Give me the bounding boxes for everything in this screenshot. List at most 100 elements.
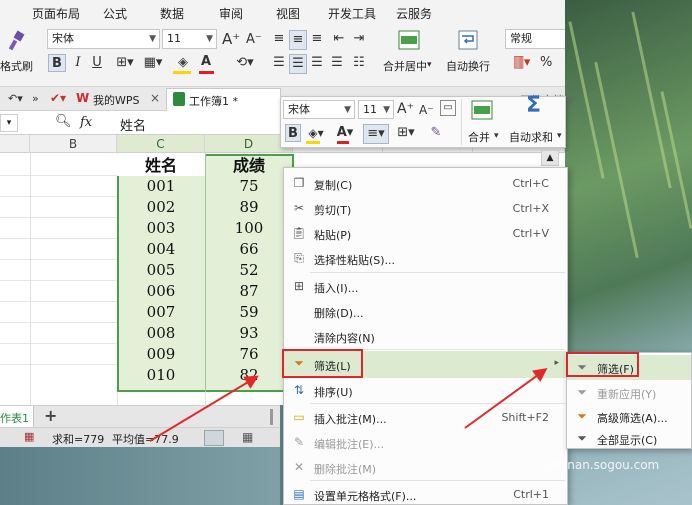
corner-header[interactable]: [0, 135, 30, 153]
font-color-icon[interactable]: A: [198, 53, 214, 71]
table-cell-id[interactable]: 008: [117, 323, 205, 344]
table-cell-id[interactable]: 004: [117, 239, 205, 260]
number-format-select[interactable]: 常规: [505, 29, 565, 49]
table-cell-score[interactable]: 59: [205, 302, 293, 323]
align-middle-icon[interactable]: ≡: [289, 30, 307, 50]
clear-format-icon[interactable]: ⟲▾: [232, 54, 258, 72]
pin-icon[interactable]: ✔▾: [50, 89, 66, 107]
tab-mywps[interactable]: 我的WPS: [93, 92, 140, 108]
percent-button[interactable]: %: [540, 54, 552, 72]
menu-data[interactable]: 数据: [160, 5, 184, 22]
table-cell-id[interactable]: 001: [117, 176, 205, 197]
table-cell-id[interactable]: 010: [117, 365, 205, 386]
table-cell-score[interactable]: 87: [205, 281, 293, 302]
mini-autosum-label[interactable]: 自动求和: [509, 129, 553, 145]
table-header-score[interactable]: 成绩: [205, 155, 293, 176]
formula-input[interactable]: 姓名: [112, 113, 282, 134]
zoom-search-icon[interactable]: 🔍︎: [55, 113, 72, 131]
mini-font-size-select[interactable]: 11 ▼: [358, 100, 394, 119]
table-cell-score[interactable]: 100: [205, 218, 293, 239]
menu-item-paste[interactable]: 📋︎ 粘贴(P) Ctrl+V: [284, 221, 567, 246]
mini-merge-icon[interactable]: [471, 100, 493, 120]
table-cell-id[interactable]: 009: [117, 344, 205, 365]
menu-cloud[interactable]: 云服务: [396, 5, 432, 22]
border-icon[interactable]: ⊞▾: [111, 54, 139, 72]
underline-button[interactable]: U: [89, 54, 105, 72]
column-header-b[interactable]: B: [30, 135, 117, 153]
table-cell-id[interactable]: 006: [117, 281, 205, 302]
mini-merge-label[interactable]: 合并: [468, 129, 490, 145]
decrease-font-icon[interactable]: A⁻: [246, 31, 262, 49]
fill-pattern-icon[interactable]: ▦▾: [140, 54, 166, 72]
chevron-down-icon[interactable]: ▾: [557, 127, 562, 145]
menu-review[interactable]: 审阅: [219, 5, 243, 22]
merge-center-icon[interactable]: [398, 30, 420, 50]
table-cell-id[interactable]: 002: [117, 197, 205, 218]
merge-center-label[interactable]: 合并居中: [383, 58, 427, 74]
fx-button[interactable]: fx: [80, 115, 92, 130]
align-center-icon[interactable]: ☰: [289, 54, 307, 74]
fill-color-icon[interactable]: ◈: [172, 54, 194, 72]
format-brush-icon[interactable]: [6, 30, 28, 52]
tab-workbook[interactable]: 工作簿1 *: [166, 88, 281, 111]
mini-align-icon[interactable]: ≡▾: [363, 124, 389, 144]
italic-button[interactable]: I: [70, 54, 86, 72]
mini-bold-button[interactable]: B: [285, 124, 301, 142]
comment-box-icon[interactable]: ▭: [440, 100, 456, 116]
table-cell-score[interactable]: 75: [205, 176, 293, 197]
wrap-text-icon[interactable]: [458, 30, 478, 50]
increase-font-icon[interactable]: A⁺: [397, 100, 414, 118]
mini-format-brush-icon[interactable]: ✎: [427, 124, 445, 142]
name-box-dropdown[interactable]: ▾: [0, 114, 18, 132]
table-cell-score[interactable]: 52: [205, 260, 293, 281]
table-cell-id[interactable]: 007: [117, 302, 205, 323]
mini-fill-color-icon[interactable]: ◈▾: [305, 124, 327, 142]
normal-view-button[interactable]: [204, 430, 224, 446]
menu-item-insert-comment[interactable]: ▭ 插入批注(M)... Shift+F2: [284, 405, 567, 430]
close-icon[interactable]: ×: [150, 89, 160, 107]
align-right-icon[interactable]: ☰: [308, 54, 326, 72]
table-cell-score[interactable]: 89: [205, 197, 293, 218]
scroll-splitter[interactable]: [270, 409, 273, 425]
menu-item-copy[interactable]: ❐ 复制(C) Ctrl+C: [284, 171, 567, 196]
distribute-icon[interactable]: ☷: [350, 54, 368, 72]
macro-icon[interactable]: ▦: [24, 428, 34, 446]
table-header-name[interactable]: 姓名: [117, 155, 205, 176]
table-cell-score[interactable]: 76: [205, 344, 293, 365]
table-cell-score[interactable]: 66: [205, 239, 293, 260]
menu-view[interactable]: 视图: [276, 5, 300, 22]
table-cell-id[interactable]: 003: [117, 218, 205, 239]
menu-item-cut[interactable]: ✂ 剪切(T) Ctrl+X: [284, 196, 567, 221]
autosum-icon[interactable]: Σ: [526, 95, 541, 117]
menu-formula[interactable]: 公式: [103, 5, 127, 22]
bold-button[interactable]: B: [48, 54, 66, 72]
table-cell-score[interactable]: 93: [205, 323, 293, 344]
undo-icon[interactable]: ↶▾: [8, 90, 23, 108]
menu-item-format-cells[interactable]: ▤ 设置单元格格式(F)... Ctrl+1: [284, 482, 567, 505]
scroll-up-button[interactable]: ▲: [541, 150, 559, 166]
sheet-tab[interactable]: 作表1: [0, 406, 34, 427]
align-top-icon[interactable]: ≡: [270, 30, 288, 48]
menu-item-paste-special[interactable]: ⎘ 选择性粘贴(S)...: [284, 246, 567, 271]
indent-increase-icon[interactable]: ⇥: [350, 30, 368, 48]
chevron-down-icon[interactable]: ▾: [494, 127, 499, 145]
more-icon[interactable]: »: [32, 90, 39, 108]
increase-font-icon[interactable]: A⁺: [222, 30, 240, 48]
mini-border-icon[interactable]: ⊞▾: [394, 124, 418, 142]
menu-item-delete[interactable]: 删除(D)...: [284, 299, 567, 324]
align-bottom-icon[interactable]: ≡: [308, 30, 326, 48]
justify-icon[interactable]: ☰: [328, 54, 346, 72]
page-layout-view-icon[interactable]: ▦: [242, 428, 253, 446]
table-cell-id[interactable]: 005: [117, 260, 205, 281]
wrap-text-label[interactable]: 自动换行: [446, 58, 490, 74]
menu-item-sort[interactable]: ⇅ 排序(U): [284, 378, 567, 403]
decrease-font-icon[interactable]: A⁻: [419, 101, 434, 119]
mini-font-name-select[interactable]: 宋体 ▼: [283, 100, 355, 119]
column-header-c[interactable]: C: [117, 135, 205, 153]
menu-developer[interactable]: 开发工具: [328, 5, 376, 22]
indent-decrease-icon[interactable]: ⇤: [330, 30, 348, 48]
currency-icon[interactable]: 🀫▾: [510, 54, 534, 72]
add-sheet-button[interactable]: +: [44, 407, 57, 425]
menu-item-clear[interactable]: 清除内容(N): [284, 324, 567, 349]
chevron-down-icon[interactable]: ▾: [427, 56, 432, 74]
